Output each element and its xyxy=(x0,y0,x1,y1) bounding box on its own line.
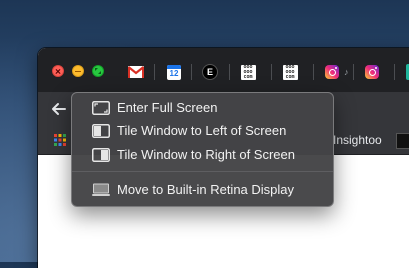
tab-separator xyxy=(394,64,395,80)
calendar-day: 12 xyxy=(169,68,179,78)
tab-gmail[interactable] xyxy=(128,64,144,80)
display-icon xyxy=(92,183,110,196)
tab-separator xyxy=(271,64,272,80)
window-context-menu: Enter Full Screen Tile Window to Left of… xyxy=(71,92,334,207)
instagram-icon xyxy=(325,65,339,79)
apps-grid-icon[interactable] xyxy=(54,134,66,146)
zoom-arrows-icon xyxy=(95,68,101,74)
minimize-window-button[interactable] xyxy=(72,65,84,77)
back-arrow-icon[interactable] xyxy=(50,100,68,118)
zoom-window-button[interactable] xyxy=(92,65,104,77)
ooo-com-icon: ooo ooo com xyxy=(240,64,256,80)
tab-strip: 12 E ooo ooo com ooo ooo com ♪ xyxy=(38,48,409,92)
tab-separator xyxy=(229,64,230,80)
ooo-com-icon: ooo ooo com xyxy=(282,64,298,80)
gmail-icon xyxy=(128,66,144,78)
tab-google-calendar[interactable]: 12 xyxy=(166,64,182,80)
tab-separator xyxy=(313,64,314,80)
bookmark-insightoo[interactable]: Insightoo xyxy=(333,132,382,148)
tile-right-icon xyxy=(92,148,110,162)
tab-ooo-com[interactable]: ooo ooo com xyxy=(240,64,256,80)
ooo-line: com xyxy=(285,73,295,80)
tab-separator xyxy=(191,64,192,80)
tab-separator xyxy=(353,64,354,80)
menu-item-label: Enter Full Screen xyxy=(117,100,218,115)
tab-instagram[interactable] xyxy=(364,64,380,80)
tab-e[interactable]: E xyxy=(202,64,218,80)
tab-separator xyxy=(154,64,155,80)
audio-playing-icon: ♪ xyxy=(344,67,349,77)
instagram-icon xyxy=(365,65,379,79)
menu-item-tile-right[interactable]: Tile Window to Right of Screen xyxy=(72,144,333,166)
tile-left-icon xyxy=(92,124,110,138)
tab-ooo-com[interactable]: ooo ooo com xyxy=(282,64,298,80)
enter-full-screen-icon xyxy=(92,101,110,115)
tab-instagram[interactable] xyxy=(324,64,340,80)
bookmark-icon[interactable] xyxy=(396,133,409,149)
google-calendar-icon: 12 xyxy=(167,64,181,80)
menu-item-tile-left[interactable]: Tile Window to Left of Screen xyxy=(72,120,333,142)
menu-item-label: Move to Built-in Retina Display xyxy=(117,182,295,197)
menu-item-move-to-display[interactable]: Move to Built-in Retina Display xyxy=(72,179,333,201)
menu-item-label: Tile Window to Left of Screen xyxy=(117,123,287,138)
close-window-button[interactable] xyxy=(52,65,64,77)
menu-item-label: Tile Window to Right of Screen xyxy=(117,147,295,162)
menu-divider xyxy=(72,171,333,172)
menu-item-enter-full-screen[interactable]: Enter Full Screen xyxy=(72,97,333,119)
ooo-line: com xyxy=(243,73,253,80)
e-icon: E xyxy=(202,64,218,80)
